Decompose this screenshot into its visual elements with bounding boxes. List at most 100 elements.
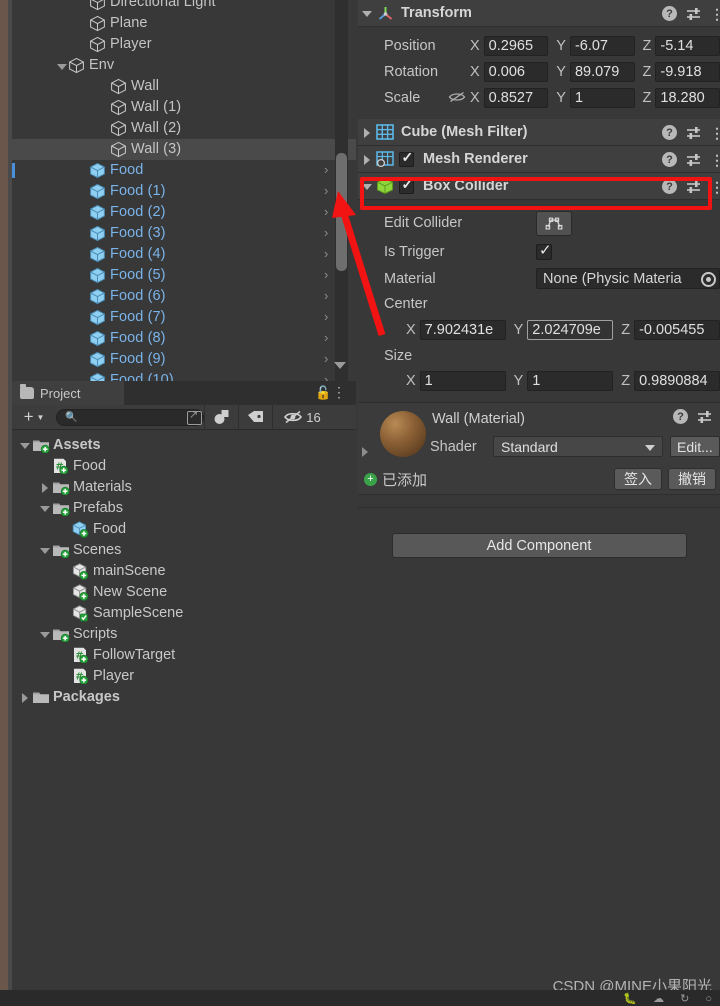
project-item-assets[interactable]: Assets bbox=[12, 434, 356, 455]
mesh-filter-menu-icon[interactable]: ⋮ bbox=[710, 126, 720, 140]
transform-foldout-icon[interactable] bbox=[358, 0, 376, 27]
cloud-icon[interactable]: ☁ bbox=[653, 992, 664, 1005]
refresh-icon[interactable]: ↻ bbox=[680, 992, 689, 1005]
help-icon-material[interactable]: ? bbox=[673, 409, 688, 424]
prefab-open-chevron-icon[interactable]: › bbox=[324, 184, 332, 197]
preset-sliders-icon-box-collider[interactable] bbox=[686, 180, 701, 194]
prefab-open-chevron-icon[interactable]: › bbox=[324, 310, 332, 323]
project-search-field[interactable]: 🔍 bbox=[56, 408, 204, 426]
scale-z-input[interactable]: 18.280 bbox=[655, 88, 720, 108]
account-icon[interactable]: ○ bbox=[705, 993, 712, 1005]
preset-sliders-icon[interactable] bbox=[686, 7, 701, 21]
rotation-z-input[interactable]: -9.918 bbox=[655, 62, 720, 82]
help-icon-box-collider[interactable]: ? bbox=[662, 179, 677, 194]
box-collider-foldout-icon[interactable] bbox=[358, 173, 376, 200]
hierarchy-scroll-down-icon[interactable] bbox=[334, 362, 346, 369]
component-header-mesh-filter[interactable]: Cube (Mesh Filter) ? ⋮ bbox=[358, 119, 720, 146]
search-input[interactable] bbox=[77, 411, 178, 423]
position-y-input[interactable]: -6.07 bbox=[569, 36, 635, 56]
foldout-open-icon[interactable] bbox=[38, 501, 52, 515]
shader-dropdown[interactable]: Standard bbox=[493, 436, 663, 457]
foldout-open-icon[interactable] bbox=[38, 543, 52, 557]
hierarchy-scrollbar-thumb[interactable] bbox=[336, 153, 347, 271]
project-item-packages[interactable]: Packages bbox=[12, 686, 356, 707]
mesh-filter-foldout-icon[interactable] bbox=[358, 119, 376, 146]
position-z-input[interactable]: -5.14 bbox=[655, 36, 720, 56]
center-z-input[interactable]: -0.005455 bbox=[634, 320, 720, 340]
prefab-open-chevron-icon[interactable]: › bbox=[324, 373, 332, 381]
preset-sliders-icon-mesh-renderer[interactable] bbox=[686, 153, 701, 167]
prefab-open-chevron-icon[interactable]: › bbox=[324, 226, 332, 239]
hierarchy-item-food-2[interactable]: Food (2) › bbox=[12, 202, 356, 223]
hierarchy-item-food-3[interactable]: Food (3) › bbox=[12, 223, 356, 244]
prefab-open-chevron-icon[interactable]: › bbox=[324, 352, 332, 365]
component-header-mesh-renderer[interactable]: Mesh Renderer ? ⋮ bbox=[358, 146, 720, 173]
component-header-box-collider[interactable]: Box Collider ? ⋮ bbox=[358, 173, 720, 200]
lock-icon[interactable]: 🔓 bbox=[315, 386, 331, 399]
prefab-open-chevron-icon[interactable]: › bbox=[324, 268, 332, 281]
hierarchy-item-directional-light[interactable]: Directional Light bbox=[12, 0, 356, 13]
object-picker-icon[interactable] bbox=[701, 271, 716, 287]
revert-button[interactable]: 撤销 bbox=[668, 468, 716, 490]
search-expand-icon[interactable] bbox=[187, 408, 202, 425]
prefab-open-chevron-icon[interactable]: › bbox=[324, 247, 332, 260]
constrain-proportions-off-icon[interactable] bbox=[448, 91, 466, 106]
help-icon[interactable]: ? bbox=[662, 6, 677, 21]
foldout-open-icon[interactable] bbox=[18, 438, 32, 452]
hierarchy-item-food-5[interactable]: Food (5) › bbox=[12, 265, 356, 286]
component-header-transform[interactable]: Transform ? ⋮ bbox=[358, 0, 720, 27]
edit-collider-button[interactable] bbox=[536, 210, 572, 236]
is-trigger-checkbox[interactable] bbox=[536, 241, 552, 260]
hierarchy-item-food-9[interactable]: Food (9) › bbox=[12, 349, 356, 370]
size-x-input[interactable]: 1 bbox=[419, 371, 506, 391]
hierarchy-item-food-7[interactable]: Food (7) › bbox=[12, 307, 356, 328]
bug-icon[interactable]: 🐛 bbox=[623, 992, 637, 1005]
hierarchy-item-food[interactable]: Food › bbox=[12, 160, 356, 181]
scale-y-input[interactable]: 1 bbox=[569, 88, 635, 108]
foldout-open-icon[interactable] bbox=[55, 59, 68, 72]
shader-edit-button[interactable]: Edit... bbox=[670, 436, 720, 457]
hierarchy-item-wall-3[interactable]: Wall (3) bbox=[12, 139, 356, 160]
project-item-mainscene[interactable]: mainScene bbox=[12, 560, 356, 581]
tab-project[interactable]: Project bbox=[12, 381, 124, 405]
create-asset-button[interactable]: + ▼ bbox=[12, 405, 56, 430]
foldout-open-icon[interactable] bbox=[38, 627, 52, 641]
project-item-prefabs[interactable]: Prefabs bbox=[12, 497, 356, 518]
prefab-open-chevron-icon[interactable]: › bbox=[324, 331, 332, 344]
hierarchy-item-wall[interactable]: Wall bbox=[12, 76, 356, 97]
project-item-scenes[interactable]: Scenes bbox=[12, 539, 356, 560]
foldout-closed-icon[interactable] bbox=[38, 480, 52, 494]
add-component-button[interactable]: Add Component bbox=[391, 533, 687, 558]
prefab-open-chevron-icon[interactable]: › bbox=[324, 289, 332, 302]
box-collider-enabled-checkbox[interactable] bbox=[399, 176, 414, 194]
project-item-player[interactable]: # Player bbox=[12, 665, 356, 686]
prefab-open-chevron-icon[interactable]: › bbox=[324, 163, 332, 176]
hierarchy-item-food-4[interactable]: Food (4) › bbox=[12, 244, 356, 265]
foldout-closed-icon[interactable] bbox=[18, 690, 32, 704]
mesh-renderer-enabled-checkbox[interactable] bbox=[399, 149, 414, 167]
project-item-materials[interactable]: Materials bbox=[12, 476, 356, 497]
size-y-input[interactable]: 1 bbox=[527, 371, 614, 391]
prefab-open-chevron-icon[interactable]: › bbox=[324, 205, 332, 218]
scale-x-input[interactable]: 0.8527 bbox=[483, 88, 549, 108]
rotation-y-input[interactable]: 89.079 bbox=[569, 62, 635, 82]
transform-menu-icon[interactable]: ⋮ bbox=[710, 7, 720, 21]
mesh-renderer-menu-icon[interactable]: ⋮ bbox=[710, 153, 720, 167]
hierarchy-item-env[interactable]: Env bbox=[12, 55, 356, 76]
box-collider-menu-icon[interactable]: ⋮ bbox=[710, 180, 720, 194]
project-item-food[interactable]: Food bbox=[12, 518, 356, 539]
hierarchy-item-food-1[interactable]: Food (1) › bbox=[12, 181, 356, 202]
help-icon-mesh-filter[interactable]: ? bbox=[662, 125, 677, 140]
hierarchy-item-plane[interactable]: Plane bbox=[12, 13, 356, 34]
hierarchy-item-wall-2[interactable]: Wall (2) bbox=[12, 118, 356, 139]
hierarchy-item-player[interactable]: Player bbox=[12, 34, 356, 55]
project-menu-icon[interactable]: ⋮ bbox=[332, 385, 346, 400]
project-item-followtarget[interactable]: # FollowTarget bbox=[12, 644, 356, 665]
checkin-button[interactable]: 签入 bbox=[614, 468, 662, 490]
project-item-samplescene[interactable]: SampleScene bbox=[12, 602, 356, 623]
hierarchy-item-wall-1[interactable]: Wall (1) bbox=[12, 97, 356, 118]
center-y-input[interactable]: 2.024709e bbox=[527, 320, 614, 340]
project-item-new-scene[interactable]: New Scene bbox=[12, 581, 356, 602]
material-foldout-icon[interactable] bbox=[362, 447, 368, 457]
project-item-food[interactable]: # Food bbox=[12, 455, 356, 476]
